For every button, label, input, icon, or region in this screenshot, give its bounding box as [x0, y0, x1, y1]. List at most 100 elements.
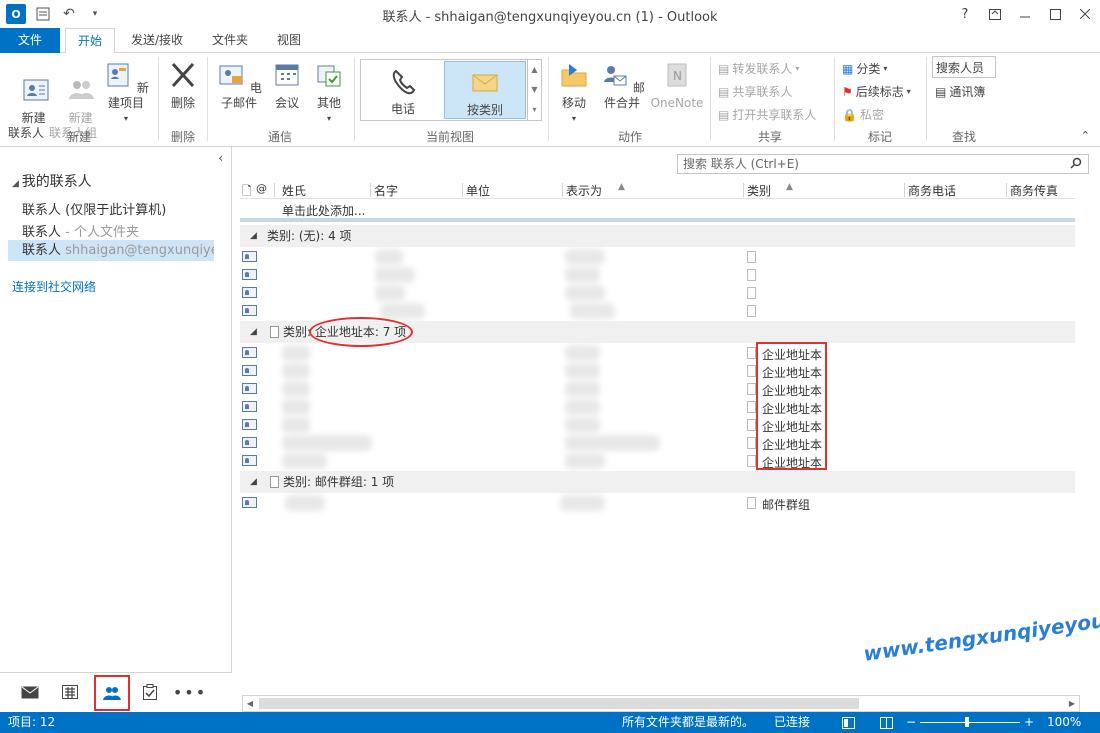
share-contacts-button[interactable]: ▤ 共享联系人 — [718, 83, 792, 100]
connect-social-link[interactable]: 连接到社交网络 — [12, 278, 96, 295]
category-swatch — [747, 419, 756, 431]
calendar-icon — [275, 64, 299, 86]
group-label-tags: 标记 — [867, 130, 892, 144]
meeting-button[interactable]: 会议 — [270, 60, 304, 111]
onenote-icon: N — [667, 63, 687, 87]
sort-asc-icon: ▲ — [618, 182, 625, 192]
col-business-phone[interactable]: 商务电话 — [908, 182, 956, 199]
folder-contacts-local[interactable]: 联系人 (仅限于此计算机) — [22, 199, 228, 218]
move-button[interactable]: 移动 ▾ — [556, 60, 592, 126]
expand-triangle-icon[interactable]: ◢ — [250, 225, 257, 247]
group-header-none[interactable]: ◢ 类别: (无): 4 项 — [240, 225, 1075, 247]
group-checkbox[interactable] — [270, 476, 279, 488]
forward-contact-button[interactable]: ▤ 转发联系人 ▾ — [718, 60, 799, 77]
address-book-icon: ▤ — [935, 84, 947, 99]
view-phone[interactable]: 电话 — [362, 61, 444, 119]
my-contacts-header[interactable]: ◢ 我的联系人 — [12, 171, 92, 191]
attachment-column-icon[interactable]: @ — [256, 182, 267, 195]
group-header-mail-group[interactable]: ◢ 类别: 邮件群组: 1 项 — [240, 471, 1075, 493]
table-row[interactable]: 企业地址本 — [240, 380, 1075, 398]
more-nav-icon[interactable]: ••• — [173, 679, 205, 705]
reading-view-icon[interactable] — [880, 712, 893, 733]
tab-view[interactable]: 视图 — [266, 28, 312, 53]
contact-card-icon — [242, 365, 257, 376]
group-label-actions: 动作 — [617, 130, 642, 144]
folder-label: 联系人 — [22, 243, 62, 258]
search-people-input[interactable]: 搜索人员 — [932, 56, 996, 78]
onenote-button[interactable]: N OneNote — [650, 60, 704, 111]
group-checkbox[interactable] — [270, 326, 279, 338]
tasks-nav-icon[interactable] — [136, 679, 164, 705]
group-label-view: 当前视图 — [425, 130, 474, 144]
zoom-slider[interactable] — [920, 717, 1020, 727]
folder-contacts-exchange[interactable]: 联系人 shhaigan@tengxunqiye... — [8, 240, 214, 261]
table-row[interactable]: 企业地址本 — [240, 416, 1075, 434]
calendar-nav-icon[interactable] — [56, 679, 84, 705]
mail-merge-button[interactable]: 邮件合并 — [596, 60, 648, 111]
people-nav-icon[interactable] — [94, 675, 130, 711]
tab-folder[interactable]: 文件夹 — [200, 28, 260, 53]
scroll-left-icon[interactable]: ◀ — [243, 697, 257, 710]
col-categories[interactable]: 类别 — [747, 182, 771, 199]
table-row[interactable]: 邮件群组 — [240, 494, 1075, 512]
zoom-in-icon[interactable]: + — [1024, 712, 1034, 733]
category-swatch — [747, 269, 756, 281]
tab-file[interactable]: 文件 — [0, 28, 60, 53]
horizontal-scrollbar[interactable]: ◀ ▶ — [242, 695, 1080, 712]
minimize-icon[interactable] — [1010, 0, 1040, 28]
tab-home[interactable]: 开始 — [65, 28, 115, 54]
col-business-fax[interactable]: 商务传真 — [1010, 182, 1058, 199]
icon-column-icon[interactable]: 🗋 — [242, 182, 252, 203]
search-icon[interactable] — [1070, 157, 1082, 169]
follow-up-button[interactable]: ⚑ 后续标志 ▾ — [842, 83, 911, 100]
delete-button[interactable]: 删除 — [164, 60, 202, 111]
collapse-ribbon-icon[interactable]: ⌃ — [1081, 129, 1090, 142]
col-file-as[interactable]: 表示为 — [566, 182, 602, 199]
table-row[interactable] — [240, 266, 1075, 284]
private-button[interactable]: 🔒 私密 — [842, 106, 884, 123]
normal-view-icon[interactable] — [842, 712, 855, 733]
mail-icon[interactable] — [16, 679, 44, 705]
table-row[interactable] — [240, 248, 1075, 266]
zoom-out-icon[interactable]: − — [906, 712, 916, 733]
click-to-add-row[interactable]: 单击此处添加... — [282, 202, 365, 219]
delete-x-icon — [171, 62, 195, 88]
open-shared-contacts-button[interactable]: ▤ 打开共享联系人 — [718, 106, 816, 123]
collapse-folder-pane-icon[interactable]: ‹ — [218, 151, 223, 165]
folder-contacts-personal[interactable]: 联系人 - 个人文件夹 — [22, 221, 228, 240]
view-by-category[interactable]: 按类别 — [444, 61, 526, 119]
expand-triangle-icon[interactable]: ◢ — [250, 471, 257, 493]
ribbon-display-options-icon[interactable] — [980, 0, 1010, 28]
window-title: 联系人 - shhaigan@tengxunqiyeyou.cn (1) - O… — [382, 10, 718, 25]
categorize-button[interactable]: ▦ 分类 ▾ — [842, 60, 887, 77]
group-label-find: 查找 — [951, 130, 976, 144]
status-up-to-date: 所有文件夹都是最新的。 — [622, 715, 755, 729]
table-row[interactable]: 企业地址本 — [240, 398, 1075, 416]
search-contacts-input[interactable]: 搜索 联系人 (Ctrl+E) — [677, 154, 1089, 174]
table-row[interactable] — [240, 284, 1075, 302]
scroll-right-icon[interactable]: ▶ — [1065, 697, 1079, 710]
table-row[interactable]: 企业地址本 — [240, 362, 1075, 380]
col-company[interactable]: 单位 — [466, 182, 490, 199]
table-row[interactable]: 企业地址本 — [240, 434, 1075, 452]
address-book-button[interactable]: ▤ 通讯簿 — [935, 83, 985, 100]
new-contact-button[interactable]: 新建 联系人 — [6, 60, 49, 156]
help-button[interactable]: ? — [950, 0, 980, 28]
flag-icon: ⚑ — [842, 84, 853, 99]
other-button[interactable]: 其他 ▾ — [310, 60, 348, 126]
email-contact-icon — [219, 65, 243, 85]
col-first-name[interactable]: 名字 — [374, 182, 398, 199]
scroll-thumb[interactable] — [259, 698, 859, 709]
table-row[interactable]: 企业地址本 — [240, 452, 1075, 470]
close-icon[interactable] — [1070, 0, 1100, 28]
col-last-name[interactable]: 姓氏 — [282, 182, 306, 199]
category-swatch — [747, 497, 756, 509]
svg-text:N: N — [673, 69, 682, 83]
tab-send-receive[interactable]: 发送/接收 — [122, 28, 192, 53]
expand-triangle-icon[interactable]: ◢ — [250, 321, 257, 343]
category-swatch — [747, 347, 756, 359]
maximize-icon[interactable] — [1040, 0, 1070, 28]
email-button[interactable]: 电子邮件 — [212, 60, 266, 111]
new-items-button[interactable]: 新建项目 ▾ — [100, 60, 152, 126]
gallery-scroll[interactable]: ▲ ▼ ▾ — [527, 60, 541, 120]
